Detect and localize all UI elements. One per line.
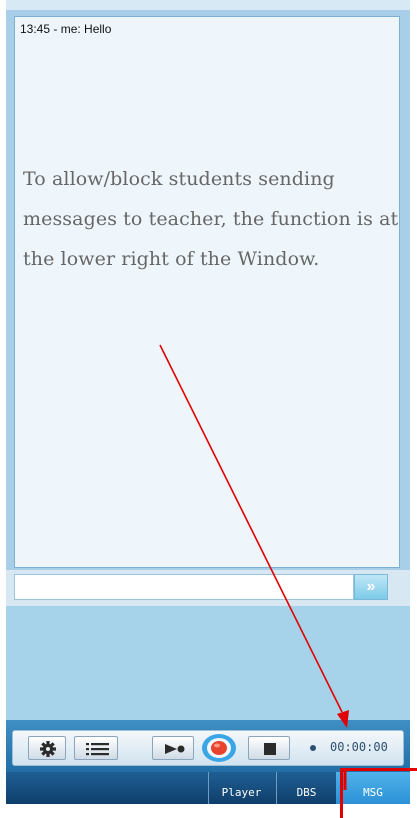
annotation-arrow <box>159 344 349 790</box>
app-window: 13:45 - me: Hello To allow/block student… <box>0 0 417 818</box>
